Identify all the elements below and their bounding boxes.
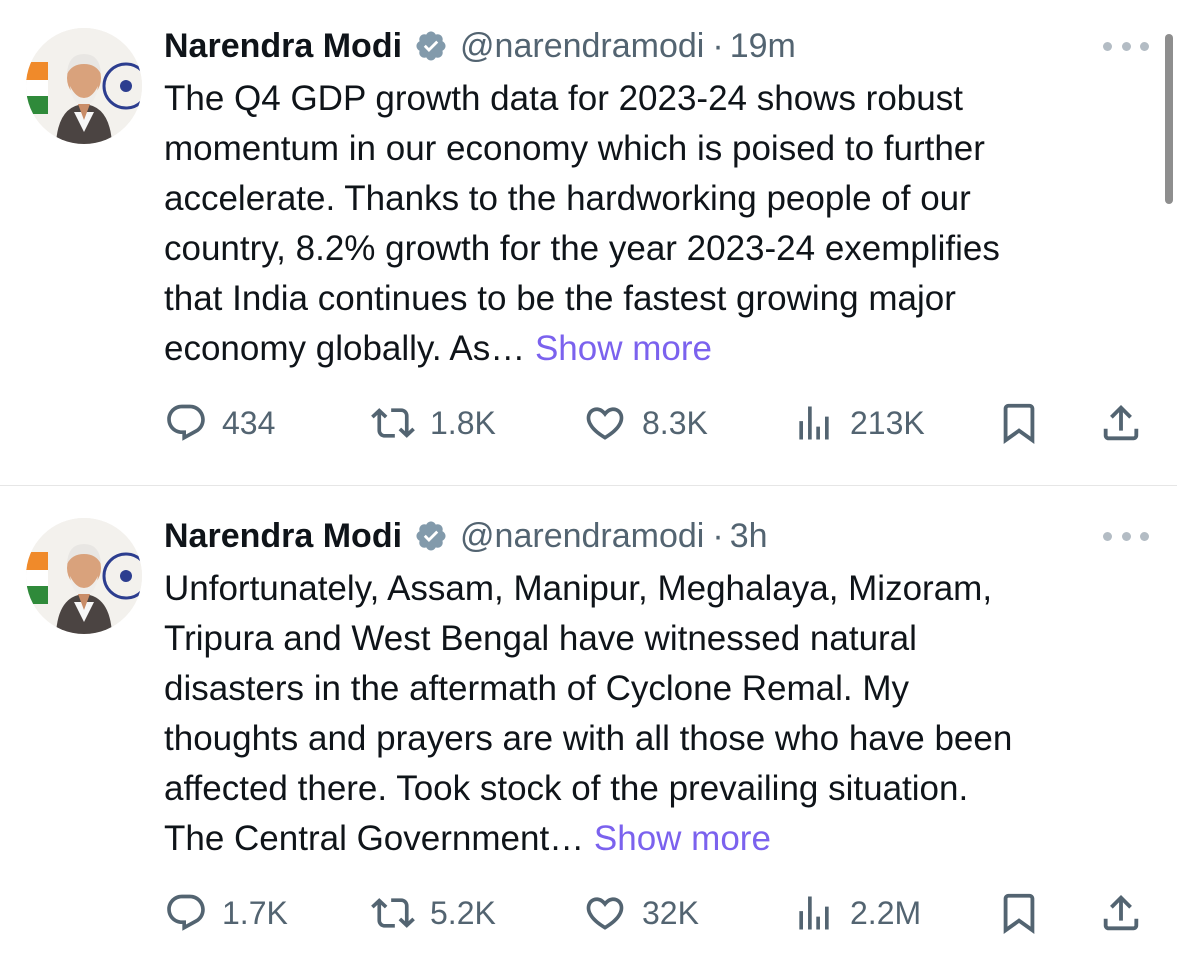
- scrollbar[interactable]: [1165, 34, 1173, 204]
- view-count: 213K: [850, 404, 925, 441]
- tweet-text-line: thoughts and prayers are with all those …: [164, 719, 1013, 758]
- tweet-text-line: country, 8.2% growth for the year 2023-2…: [164, 229, 1000, 268]
- author-handle[interactable]: @narendramodi: [460, 27, 704, 66]
- verified-badge-icon: [414, 519, 448, 553]
- like-count: 8.3K: [642, 404, 708, 441]
- tweet-text-truncated: economy globally. As…: [164, 329, 526, 368]
- bookmark-button[interactable]: [996, 398, 1042, 448]
- show-more-link[interactable]: Show more: [594, 819, 771, 858]
- tweet-text-line: momentum in our economy which is poised …: [164, 129, 985, 168]
- bookmark-icon: [996, 400, 1042, 446]
- tweet-actions: 1.7K 5.2K 32K 2.2M: [164, 888, 1154, 938]
- more-options-icon[interactable]: [1103, 526, 1149, 546]
- author-name[interactable]: Narendra Modi: [164, 517, 402, 556]
- share-button[interactable]: [1098, 888, 1144, 938]
- repost-button[interactable]: 1.8K: [370, 398, 496, 448]
- tweet[interactable]: Narendra Modi @narendramodi · 19m The Q4…: [0, 0, 1177, 485]
- tweet-text-line: The Q4 GDP growth data for 2023-24 shows…: [164, 79, 963, 118]
- tweet-header: Narendra Modi @narendramodi · 19m: [164, 26, 796, 66]
- timestamp[interactable]: 19m: [730, 27, 796, 66]
- views-icon: [792, 401, 836, 445]
- like-icon: [582, 401, 628, 445]
- repost-count: 5.2K: [430, 894, 496, 931]
- share-button[interactable]: [1098, 398, 1144, 448]
- like-count: 32K: [642, 894, 699, 931]
- tweet-text-line: that India continues to be the fastest g…: [164, 279, 956, 318]
- tweet-header: Narendra Modi @narendramodi · 3h: [164, 516, 768, 556]
- repost-button[interactable]: 5.2K: [370, 888, 496, 938]
- tweet-text-line: affected there. Took stock of the prevai…: [164, 769, 969, 808]
- tweet-text: The Q4 GDP growth data for 2023-24 shows…: [164, 74, 1154, 374]
- reply-icon: [164, 401, 208, 445]
- views-icon: [792, 891, 836, 935]
- bookmark-icon: [996, 890, 1042, 936]
- repost-count: 1.8K: [430, 404, 496, 441]
- tweet-text-line: disasters in the aftermath of Cyclone Re…: [164, 669, 910, 708]
- reply-button[interactable]: 1.7K: [164, 888, 288, 938]
- verified-badge-icon: [414, 29, 448, 63]
- author-handle[interactable]: @narendramodi: [460, 517, 704, 556]
- views-button[interactable]: 2.2M: [792, 888, 921, 938]
- repost-icon: [370, 891, 416, 935]
- reply-count: 434: [222, 404, 276, 441]
- tweet-text-line: accelerate. Thanks to the hardworking pe…: [164, 179, 971, 218]
- separator-dot: ·: [712, 26, 724, 65]
- tweet-text-line: Unfortunately, Assam, Manipur, Meghalaya…: [164, 569, 993, 608]
- repost-icon: [370, 401, 416, 445]
- more-options-icon[interactable]: [1103, 36, 1149, 56]
- show-more-link[interactable]: Show more: [535, 329, 712, 368]
- share-icon: [1098, 400, 1144, 446]
- avatar[interactable]: [26, 518, 142, 634]
- reply-icon: [164, 891, 208, 935]
- timestamp[interactable]: 3h: [730, 517, 768, 556]
- like-button[interactable]: 32K: [582, 888, 699, 938]
- tweet[interactable]: Narendra Modi @narendramodi · 3h Unfortu…: [0, 486, 1177, 964]
- views-button[interactable]: 213K: [792, 398, 925, 448]
- reply-button[interactable]: 434: [164, 398, 275, 448]
- tweet-text-last-line: The Central Government… Show more: [164, 814, 1154, 864]
- tweet-text-line: Tripura and West Bengal have witnessed n…: [164, 619, 917, 658]
- view-count: 2.2M: [850, 894, 922, 931]
- bookmark-button[interactable]: [996, 888, 1042, 938]
- like-button[interactable]: 8.3K: [582, 398, 708, 448]
- avatar[interactable]: [26, 28, 142, 144]
- tweet-actions: 434 1.8K 8.3K 213K: [164, 398, 1154, 448]
- reply-count: 1.7K: [222, 894, 288, 931]
- like-icon: [582, 891, 628, 935]
- tweet-text: Unfortunately, Assam, Manipur, Meghalaya…: [164, 564, 1154, 864]
- separator-dot: ·: [712, 516, 724, 555]
- author-name[interactable]: Narendra Modi: [164, 27, 402, 66]
- share-icon: [1098, 890, 1144, 936]
- tweet-text-last-line: economy globally. As… Show more: [164, 324, 1154, 374]
- tweet-text-truncated: The Central Government…: [164, 819, 585, 858]
